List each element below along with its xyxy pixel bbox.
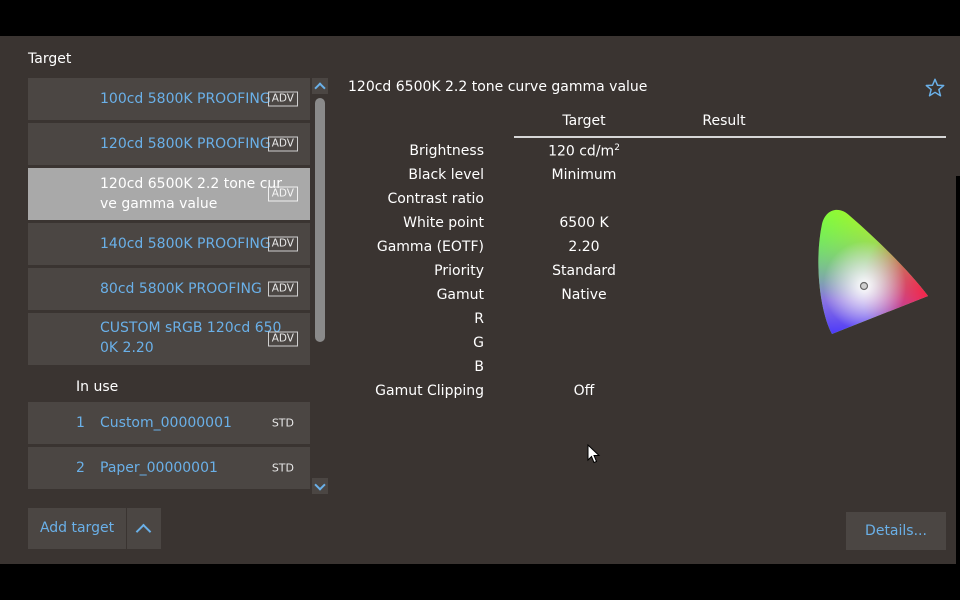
target-list[interactable]: 100cd 5800K PROOFING ADV 120cd 5800K PRO… [28,78,310,492]
row-label-black-level: Black level [408,167,484,183]
adv-badge: ADV [267,186,298,202]
row-label-priority: Priority [434,263,484,279]
row-label-r: R [474,311,484,327]
column-header-result: Result [702,113,746,129]
scroll-thumb[interactable] [315,98,325,342]
row-label-gamma: Gamma (EOTF) [376,239,484,255]
in-use-item-name: Paper_00000001 [100,460,218,476]
adv-badge: ADV [267,136,298,152]
in-use-item[interactable]: 1 Custom_00000001 STD [28,402,310,444]
row-value-gamut-clipping: Off [573,383,595,399]
target-item-name: 80cd 5800K PROOFING [100,281,262,297]
adv-badge: ADV [267,91,298,107]
list-scrollbar[interactable] [312,78,328,494]
row-label-gamut: Gamut [436,287,484,303]
in-use-item-number: 1 [76,415,85,431]
target-item[interactable]: 140cd 5800K PROOFING ADV [28,223,310,265]
add-target-button[interactable]: Add target [28,508,126,549]
detail-title: 120cd 6500K 2.2 tone curve gamma value [348,79,648,95]
row-value-gamut: Native [561,287,607,303]
window-edge [956,176,960,564]
std-badge: STD [271,461,294,475]
mouse-cursor-icon [587,444,601,464]
scroll-down-icon[interactable] [312,478,328,494]
star-icon[interactable] [924,77,946,99]
in-use-item-number: 2 [76,460,85,476]
row-label-gamut-clipping: Gamut Clipping [375,383,484,399]
target-item[interactable]: 100cd 5800K PROOFING ADV [28,78,310,120]
details-button[interactable]: Details... [846,512,946,550]
row-label-b: B [474,359,484,375]
row-label-contrast-ratio: Contrast ratio [387,191,484,207]
row-value-black-level: Minimum [551,167,617,183]
target-item-name-line1: CUSTOM sRGB 120cd 650 [100,320,282,336]
row-value-brightness: 120 cd/m2 [548,143,620,160]
target-item-name: 100cd 5800K PROOFING [100,91,271,107]
row-value-priority: Standard [552,263,616,279]
in-use-item-name: Custom_00000001 [100,415,232,431]
row-label-white-point: White point [403,215,484,231]
in-use-item[interactable]: 2 Paper_00000001 STD [28,447,310,489]
target-item-name-line1: 120cd 6500K 2.2 tone cur [100,176,283,192]
adv-badge: ADV [267,236,298,252]
target-item[interactable]: 120cd 5800K PROOFING ADV [28,123,310,165]
target-item-name-line2: 0K 2.20 [100,340,154,356]
section-title-target: Target [28,51,72,67]
row-label-brightness: Brightness [409,143,484,159]
in-use-heading: In use [76,379,119,395]
target-item[interactable]: CUSTOM sRGB 120cd 650 0K 2.20 ADV [28,313,310,365]
gamut-diagram-icon [818,209,928,334]
std-badge: STD [271,416,294,430]
adv-badge: ADV [267,281,298,297]
target-item-selected[interactable]: 120cd 6500K 2.2 tone cur ve gamma value … [28,168,310,220]
adv-badge: ADV [267,331,298,347]
chevron-up-icon[interactable] [127,508,161,549]
header-divider [514,136,946,138]
scroll-up-icon[interactable] [312,78,328,94]
target-item-name: 140cd 5800K PROOFING [100,236,271,252]
row-label-g: G [473,335,484,351]
target-item[interactable]: 80cd 5800K PROOFING ADV [28,268,310,310]
target-item-name-line2: ve gamma value [100,196,218,212]
row-value-white-point: 6500 K [559,215,609,231]
row-value-gamma: 2.20 [568,239,600,255]
target-item-name: 120cd 5800K PROOFING [100,136,271,152]
column-header-target: Target [562,113,606,129]
